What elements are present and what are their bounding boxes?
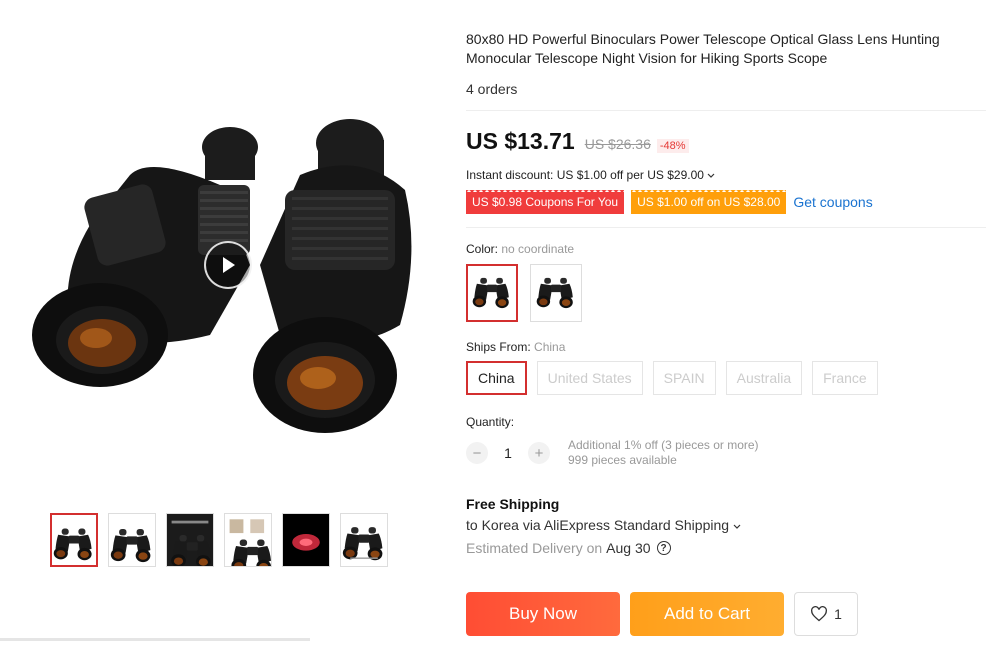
help-icon[interactable]: ? [656, 541, 671, 555]
ships-from-label: Ships From: China [466, 340, 986, 354]
color-label-text: Color: [466, 242, 499, 256]
original-price: US $26.36 [584, 136, 651, 152]
order-count: 4 orders [466, 81, 518, 97]
quantity-input[interactable]: 1 [488, 445, 528, 461]
color-options [466, 264, 986, 322]
get-coupons-link[interactable]: Get coupons [793, 194, 872, 210]
coupon-row: US $0.98 Coupons For You US $1.00 off on… [466, 189, 986, 216]
product-info: 80x80 HD Powerful Binoculars Power Teles… [466, 30, 986, 556]
wishlist-count: 1 [834, 606, 842, 622]
divider [466, 110, 986, 111]
ship-option-spain[interactable]: SPAIN [652, 361, 716, 395]
product-gallery [0, 0, 460, 650]
product-title: 80x80 HD Powerful Binoculars Power Teles… [466, 31, 940, 66]
shipping-method-text: to Korea via AliExpress Standard Shippin… [466, 517, 730, 533]
wishlist-button[interactable]: 1 [794, 592, 858, 636]
instant-discount-text: Instant discount: US $1.00 off per US $2… [466, 168, 704, 182]
main-product-image[interactable] [20, 95, 440, 475]
ship-option-australia[interactable]: Australia [725, 361, 803, 395]
coupon-for-you[interactable]: US $0.98 Coupons For You [466, 189, 625, 216]
shipping-method[interactable]: to Korea via AliExpress Standard Shippin… [466, 517, 986, 533]
ships-from-options: China United States SPAIN Australia Fran… [466, 361, 986, 395]
chevron-down-icon [733, 524, 741, 529]
delivery-label: Estimated Delivery on [466, 540, 603, 556]
color-value: no coordinate [501, 242, 575, 256]
scroll-indicator [0, 638, 310, 641]
ships-from-label-text: Ships From: [466, 340, 531, 354]
ships-from-value: China [534, 340, 566, 354]
divider [466, 227, 986, 228]
ship-option-france[interactable]: France [812, 361, 878, 395]
instant-discount[interactable]: Instant discount: US $1.00 off per US $2… [466, 168, 986, 182]
thumbnail-2[interactable] [108, 513, 156, 567]
quantity-stepper: − 1 + Additional 1% off (3 pieces or mor… [466, 438, 986, 468]
thumbnail-6[interactable] [340, 513, 388, 567]
add-to-cart-button[interactable]: Add to Cart [630, 592, 784, 636]
buy-now-button[interactable]: Buy Now [466, 592, 620, 636]
action-buttons: Buy Now Add to Cart 1 [466, 592, 858, 636]
thumbnail-1[interactable] [50, 513, 98, 567]
quantity-increase-button[interactable]: + [528, 442, 550, 464]
current-price: US $13.71 [466, 128, 575, 154]
thumbnail-3[interactable] [166, 513, 214, 567]
quantity-note: Additional 1% off (3 pieces or more) 999… [568, 438, 759, 468]
coupon-off[interactable]: US $1.00 off on US $28.00 [631, 189, 787, 216]
quantity-label: Quantity: [466, 415, 515, 429]
bulk-discount-note: Additional 1% off (3 pieces or more) [568, 438, 759, 452]
price-row: US $13.71 US $26.36 -48% [466, 128, 986, 155]
color-option-1[interactable] [466, 264, 518, 322]
shipping-title: Free Shipping [466, 496, 560, 512]
discount-badge: -48% [656, 139, 689, 153]
thumbnail-strip [50, 513, 388, 567]
heart-icon [811, 606, 828, 622]
chevron-down-icon [707, 173, 715, 178]
ship-option-china[interactable]: China [466, 361, 527, 395]
color-label: Color: no coordinate [466, 242, 986, 256]
thumbnail-4[interactable] [224, 513, 272, 567]
quantity-decrease-button[interactable]: − [466, 442, 488, 464]
color-option-2[interactable] [530, 264, 582, 322]
thumbnail-5[interactable] [282, 513, 330, 567]
stock-available: 999 pieces available [568, 453, 677, 467]
estimated-delivery: Estimated Delivery on Aug 30 ? [466, 540, 986, 556]
delivery-date: Aug 30 [606, 540, 651, 556]
ship-option-united-states[interactable]: United States [536, 361, 643, 395]
play-video-button[interactable] [204, 241, 252, 289]
play-icon [223, 257, 235, 273]
